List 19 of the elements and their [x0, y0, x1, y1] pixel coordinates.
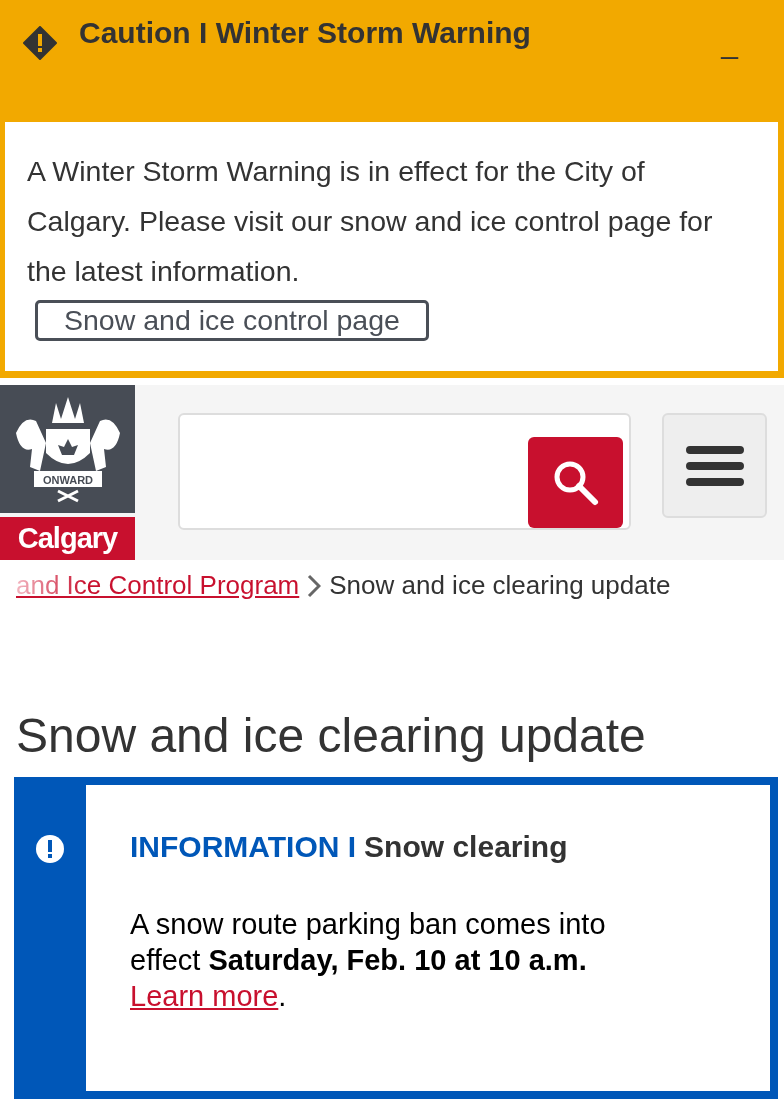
info-title: Snow clearing: [364, 829, 568, 864]
breadcrumb-current: Snow and ice clearing update: [329, 570, 671, 601]
logo-wordmark: Calgary: [0, 517, 135, 560]
warning-icon: [23, 26, 57, 60]
learn-more-link[interactable]: Learn more: [130, 979, 279, 1012]
menu-button[interactable]: [662, 413, 767, 518]
crest-logo[interactable]: ONWARD: [0, 385, 135, 513]
menu-icon: [685, 444, 744, 487]
search-button[interactable]: [528, 437, 623, 528]
page-title: Snow and ice clearing update: [16, 708, 647, 764]
chevron-right-icon: [307, 573, 322, 598]
snow-page-button[interactable]: Snow and ice control page: [35, 300, 429, 341]
alert-title: Caution I Winter Storm Warning: [79, 15, 532, 50]
info-icon: [36, 834, 64, 863]
collapse-button[interactable]: _: [721, 28, 738, 58]
alert-message: A Winter Storm Warning is in effect for the City of Calgary. Please visit our snow and ice control page for the latest information.: [27, 154, 714, 289]
info-label: INFORMATION I: [130, 829, 357, 864]
info-message: A snow route parking ban comes into effect Saturday, Feb. 10 at 10 a.m. Learn more.: [130, 906, 607, 1014]
search-field[interactable]: [178, 413, 631, 530]
